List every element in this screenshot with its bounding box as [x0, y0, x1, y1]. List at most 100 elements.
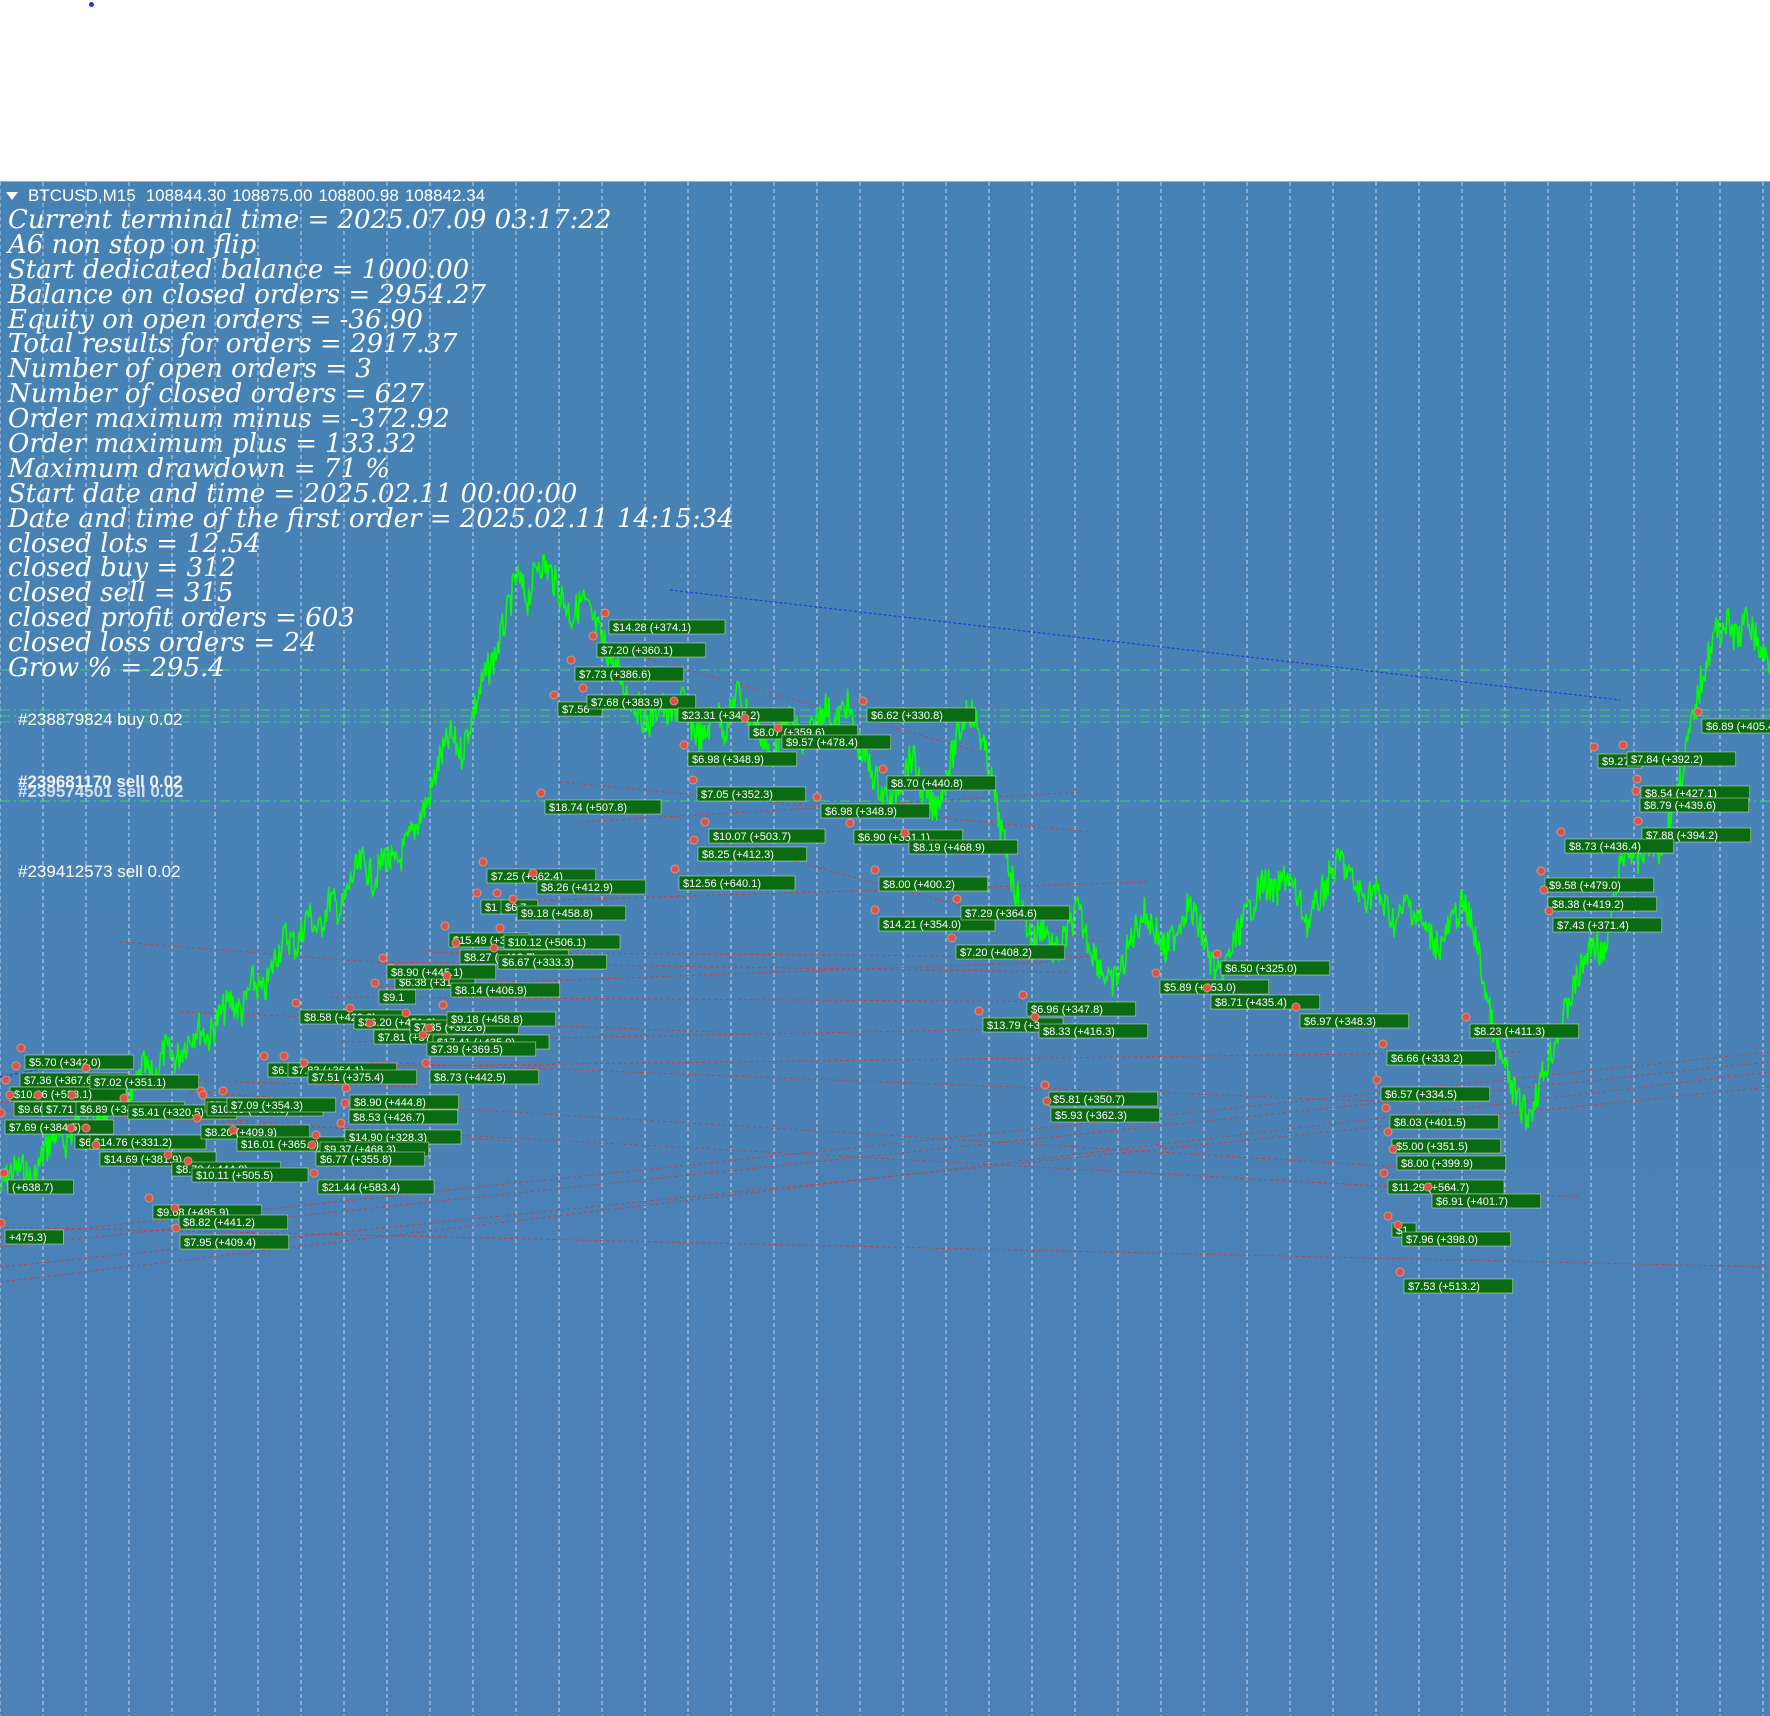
- trade-marker: [307, 1140, 317, 1150]
- trade-marker: [1040, 1080, 1050, 1090]
- trade-marker: [878, 764, 888, 774]
- trade-marker: [1631, 786, 1641, 796]
- trade-marker: [163, 1150, 173, 1160]
- trade-label-text: $6.89 (+405.4): [1706, 721, 1770, 733]
- trade-marker: [81, 1123, 91, 1133]
- trade-marker: [228, 1125, 238, 1135]
- trade-marker: [1539, 885, 1549, 895]
- trade-label: $7.05 (+352.3): [688, 775, 807, 802]
- trade-label-text: $14.76 (+331.2): [94, 1137, 172, 1149]
- trade-label: $21.44 (+583.4): [309, 1168, 435, 1195]
- trade-marker: [472, 888, 482, 898]
- trade-label-text: $10.12 (+506.1): [508, 937, 586, 949]
- trade-label: $9.58 (+479.0): [1536, 866, 1655, 893]
- trade-label: $6.89 (+405.4): [1693, 707, 1770, 734]
- trade-label: $6.98 (+348.9): [812, 792, 931, 819]
- chart-header: BTCUSD,M15 108844.30 108875.00 108800.98…: [6, 186, 485, 206]
- trade-marker: [345, 1003, 355, 1013]
- order-line-label[interactable]: #239412573 sell 0.02: [18, 862, 181, 882]
- trade-label: $7.25 (+362.4): [478, 857, 597, 884]
- trade-label: $7.20 (+408.2): [947, 933, 1066, 960]
- trade-marker: [66, 1123, 76, 1133]
- trade-label-text: $15.49 (+3: [453, 935, 506, 947]
- trade-marker: [442, 971, 452, 981]
- trade-label-text: $9.58 (+479.0): [1549, 880, 1621, 892]
- trade-label-text: $7.56: [562, 704, 590, 716]
- trade-marker: [171, 1223, 181, 1233]
- trade-marker: [858, 696, 868, 706]
- trade-marker: [1212, 949, 1222, 959]
- collapse-triangle-icon[interactable]: [6, 192, 18, 200]
- trade-label-text: (+638.7): [12, 1182, 53, 1194]
- trade-marker: [489, 943, 499, 953]
- trade-marker: [1423, 1182, 1433, 1192]
- trade-label-text: $8.23 (+411.3): [1474, 1026, 1545, 1038]
- trade-label: +475.3): [0, 1218, 64, 1245]
- trade-label-text: $10.46 (+523.1): [14, 1089, 92, 1101]
- trade-label-text: $9.27: [1602, 756, 1630, 768]
- trade-label-text: $7.95 (+409.4): [184, 1237, 256, 1249]
- trade-label-text: $6.91 (+401.7): [1436, 1196, 1508, 1208]
- trade-marker: [1393, 1220, 1403, 1230]
- order-line-label[interactable]: #238879824 buy 0.02: [18, 710, 183, 730]
- trade-label-text: $8.73 (+436.4): [1569, 841, 1641, 853]
- trade-label-text: $8.70 (+440.8): [891, 778, 963, 790]
- trade-label-text: $9.18 (+458.8): [451, 1014, 523, 1026]
- trade-marker: [341, 1083, 351, 1093]
- trade-marker: [340, 1098, 350, 1108]
- trade-label: $5.00 (+351.5): [1383, 1127, 1502, 1154]
- trade-label-text: $6.96 (+347.8): [1031, 1004, 1103, 1016]
- trade-label: $8.54 (+427.1): [1632, 774, 1751, 801]
- trade-label: $6.62 (+330.8): [858, 696, 977, 723]
- trade-marker: [1, 1075, 11, 1085]
- low-price: 108800.98: [318, 186, 399, 205]
- trade-marker: [259, 1051, 269, 1061]
- trade-label-text: $10.11 (+505.5): [196, 1170, 273, 1182]
- trade-marker: [5, 1090, 15, 1100]
- trade-marker: [67, 1090, 77, 1100]
- trade-label-text: $9.1: [383, 992, 404, 1004]
- trade-marker: [1633, 816, 1643, 826]
- trade-label-text: $21.44 (+583.4): [322, 1182, 400, 1194]
- trade-label: $8.23 (+411.3): [1461, 1012, 1580, 1039]
- trade-marker: [309, 1168, 319, 1178]
- trade-label: $12.56 (+640.1): [670, 864, 796, 891]
- trade-label-text: $8.19 (+468.9): [913, 842, 985, 854]
- trade-label-text: $7.02 (+351.1): [94, 1077, 166, 1089]
- order-line-label[interactable]: #239574501 sell 0.02: [18, 782, 183, 802]
- trade-label-text: $1: [485, 902, 497, 914]
- trade-label-text: $6.50 (+325.0): [1225, 963, 1297, 975]
- trade-marker: [438, 1000, 448, 1010]
- trade-label: $8.00 (+400.2): [870, 865, 989, 892]
- trade-marker: [974, 1006, 984, 1016]
- trade-marker: [1556, 827, 1566, 837]
- info-panel: Current terminal time = 2025.07.09 03:17…: [8, 207, 734, 681]
- trade-label: $9.18 (+458.8): [438, 1000, 557, 1027]
- chart-window[interactable]: $5.70 (+342.0) $7.36 (+367.6) $10.46 (+523…: [0, 181, 1770, 1716]
- trade-label-text: +475.3): [9, 1232, 47, 1244]
- trade-label-text: $7.05 (+352.3): [701, 789, 773, 801]
- trade-marker: [81, 1063, 91, 1073]
- trade-marker: [378, 953, 388, 963]
- trade-marker: [192, 1113, 202, 1123]
- trade-marker: [549, 690, 559, 700]
- trade-label-text: $7.84 (+392.2): [1631, 754, 1703, 766]
- trade-marker: [1042, 1096, 1052, 1106]
- closed-trade-line: [5, 1109, 1581, 1198]
- trade-marker: [1381, 1103, 1391, 1113]
- trade-marker: [669, 696, 679, 706]
- trade-marker: [870, 905, 880, 915]
- trade-label-text: $14.21 (+354.0): [883, 919, 961, 931]
- trade-marker: [740, 713, 750, 723]
- trade-marker: [421, 1058, 431, 1068]
- trade-label-text: $8.25 (+412.3): [702, 849, 774, 861]
- trade-label: $7.88 (+394.2): [1633, 816, 1752, 843]
- trade-label-text: $8.14 (+406.9): [455, 985, 527, 997]
- trade-marker: [1291, 1002, 1301, 1012]
- trade-marker: [528, 868, 538, 878]
- high-price: 108875.00: [232, 186, 313, 205]
- trade-label-text: $5.93 (+362.3): [1055, 1110, 1127, 1122]
- trade-marker: [0, 1218, 6, 1228]
- trade-marker: [812, 792, 822, 802]
- trade-marker: [1378, 1039, 1388, 1049]
